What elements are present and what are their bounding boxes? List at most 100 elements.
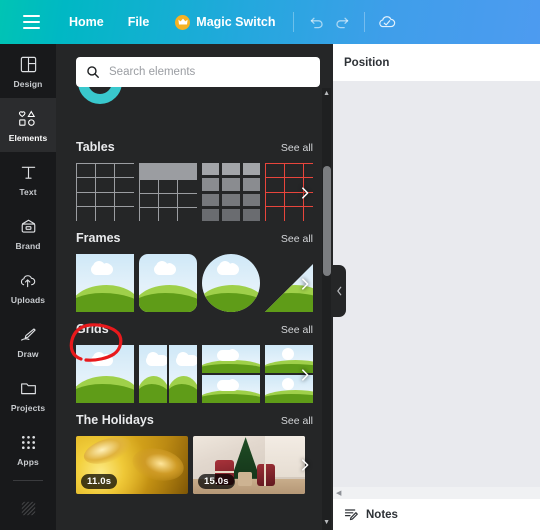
table-thumbnail-2[interactable] <box>139 163 197 221</box>
grids-thumbnail-row <box>76 345 313 405</box>
holiday-video-christmas[interactable]: 15.0s <box>193 436 305 494</box>
chevron-right-icon-tables[interactable] <box>294 182 313 204</box>
frames-thumbnail-row <box>76 254 313 314</box>
chevron-right-icon-grids[interactable] <box>294 364 313 386</box>
section-title-grids: Grids <box>76 322 109 336</box>
section-title-tables: Tables <box>76 140 115 154</box>
position-button[interactable]: Position <box>344 57 389 69</box>
grid-thumbnail-two-rows[interactable] <box>202 345 260 403</box>
see-all-grids[interactable]: See all <box>281 324 313 336</box>
chevron-right-icon-holidays[interactable] <box>294 454 313 476</box>
design-canvas[interactable] <box>333 81 540 500</box>
topbar-item-home[interactable]: Home <box>60 10 113 34</box>
sidebar-item-text[interactable]: Text <box>0 152 56 206</box>
hamburger-menu-icon[interactable] <box>14 9 48 35</box>
section-header-the-holidays: The Holidays See all <box>76 413 313 427</box>
position-toolbar: Position <box>333 44 540 81</box>
section-header-frames: Frames See all <box>76 231 313 245</box>
sidebar-label-draw: Draw <box>17 349 39 359</box>
sidebar-label-projects: Projects <box>10 403 46 413</box>
sidebar-label-design: Design <box>13 79 43 89</box>
sidebar-item-brand[interactable]: Brand <box>0 206 56 260</box>
frame-thumbnail-rounded[interactable] <box>139 254 197 312</box>
chevron-right-icon-frames[interactable] <box>294 273 313 295</box>
section-grids: Grids See all <box>56 322 333 405</box>
sidebar-label-text: Text <box>19 187 37 197</box>
toolbar-divider-2 <box>364 12 366 32</box>
section-title-frames: Frames <box>76 231 121 245</box>
canva-editor-window: Home File Magic Switch Design Elements T… <box>0 0 540 530</box>
draw-icon <box>17 323 39 345</box>
see-all-frames[interactable]: See all <box>281 233 313 245</box>
crown-icon <box>175 14 191 30</box>
previous-section-peek <box>56 86 333 132</box>
section-the-holidays: The Holidays See all 11.0s 15.0s <box>56 413 333 494</box>
frame-thumbnail-circle[interactable] <box>202 254 260 312</box>
panel-collapse-handle[interactable] <box>333 265 346 317</box>
undo-icon[interactable] <box>303 9 329 35</box>
scroll-down-arrow-icon[interactable]: ▼ <box>323 519 330 526</box>
frame-thumbnail-square[interactable] <box>76 254 134 312</box>
sidebar-item-projects[interactable]: Projects <box>0 368 56 422</box>
see-all-the-holidays[interactable]: See all <box>281 415 313 427</box>
elements-icon <box>17 107 39 129</box>
magic-switch-label: Magic Switch <box>196 15 276 29</box>
search-input[interactable] <box>109 66 310 78</box>
sidebar-label-brand: Brand <box>15 241 41 251</box>
tables-thumbnail-row <box>76 163 313 223</box>
section-header-tables: Tables See all <box>76 140 313 154</box>
text-icon <box>17 161 39 183</box>
panel-scrollbar-thumb[interactable] <box>322 166 331 276</box>
sidebar-item-uploads[interactable]: Uploads <box>0 260 56 314</box>
brand-icon <box>17 215 39 237</box>
scroll-up-arrow-icon[interactable]: ▲ <box>323 90 330 97</box>
sidebar-item-design[interactable]: Design <box>0 44 56 98</box>
sidebar-label-apps: Apps <box>17 457 39 467</box>
panel-scroll-area[interactable]: Tables See all Frames See all Grids See … <box>56 86 333 530</box>
editor-area: Position ◀ Notes <box>333 44 540 530</box>
see-all-tables[interactable]: See all <box>281 142 313 154</box>
video-duration-badge: 11.0s <box>81 474 118 489</box>
sidebar-item-more[interactable] <box>0 481 56 530</box>
horizontal-scrollbar[interactable]: ◀ <box>333 487 540 499</box>
redo-icon[interactable] <box>329 9 355 35</box>
sidebar-label-elements: Elements <box>8 133 48 143</box>
panel-scrollbar-track[interactable] <box>322 88 331 530</box>
teal-donut-thumbnail[interactable] <box>78 86 122 104</box>
section-header-grids: Grids See all <box>76 322 313 336</box>
left-sidebar: Design Elements Text Brand Uploads Draw … <box>0 44 56 530</box>
search-box[interactable] <box>76 57 320 87</box>
holiday-video-gold-ribbon[interactable]: 11.0s <box>76 436 188 494</box>
toolbar-divider-1 <box>293 12 295 32</box>
xmas-person-2 <box>256 463 275 486</box>
uploads-icon <box>17 269 39 291</box>
grid-thumbnail-two-columns[interactable] <box>139 345 197 403</box>
bottom-toolbar: Notes <box>333 499 540 530</box>
cloud-check-icon[interactable] <box>374 9 400 35</box>
apps-icon <box>17 431 39 453</box>
video-duration-badge: 15.0s <box>198 474 235 489</box>
table-thumbnail-3[interactable] <box>202 163 260 221</box>
grid-thumbnail-single[interactable] <box>76 345 134 403</box>
scroll-left-arrow-icon[interactable]: ◀ <box>336 489 341 497</box>
notes-icon <box>344 507 359 522</box>
texture-icon <box>17 497 39 519</box>
section-frames: Frames See all <box>56 231 333 314</box>
search-icon <box>86 65 100 79</box>
section-title-the-holidays: The Holidays <box>76 413 154 427</box>
topbar-item-magic-switch[interactable]: Magic Switch <box>166 10 284 35</box>
notes-button[interactable]: Notes <box>366 509 398 521</box>
holidays-thumbnail-row: 11.0s 15.0s <box>76 436 313 494</box>
design-icon <box>17 53 39 75</box>
xmas-gift-box <box>237 471 253 486</box>
sidebar-item-elements[interactable]: Elements <box>0 98 56 152</box>
sidebar-item-apps[interactable]: Apps <box>0 422 56 476</box>
search-container <box>76 57 320 87</box>
top-toolbar: Home File Magic Switch <box>0 0 540 44</box>
topbar-item-file[interactable]: File <box>119 10 159 34</box>
sidebar-item-draw[interactable]: Draw <box>0 314 56 368</box>
section-tables: Tables See all <box>56 140 333 223</box>
projects-icon <box>17 377 39 399</box>
sidebar-label-uploads: Uploads <box>10 295 46 305</box>
table-thumbnail-1[interactable] <box>76 163 134 221</box>
